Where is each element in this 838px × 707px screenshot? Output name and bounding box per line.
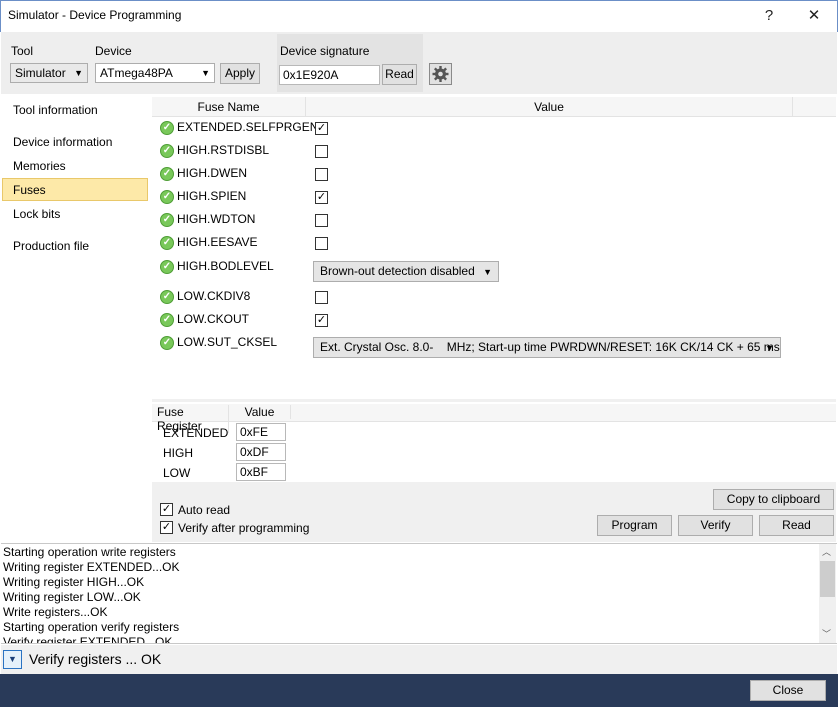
- fuse-name: HIGH.RSTDISBL: [177, 143, 270, 157]
- check-circle-icon: ✓: [160, 260, 174, 274]
- fuse-name: LOW.SUT_CKSEL: [177, 335, 278, 349]
- bodlevel-select-value: Brown-out detection disabled: [320, 264, 475, 278]
- check-circle-icon: ✓: [160, 213, 174, 227]
- register-value-low[interactable]: 0xBF: [236, 463, 286, 481]
- sut-cksel-select[interactable]: Ext. Crystal Osc. 8.0- MHz; Start-up tim…: [313, 337, 781, 358]
- apply-button[interactable]: Apply: [220, 63, 260, 84]
- fuse-name: HIGH.WDTON: [177, 212, 256, 226]
- col-header-register-value: Value: [229, 405, 291, 419]
- chevron-down-icon: ▼: [483, 267, 492, 277]
- log-line: Writing register LOW...OK: [3, 590, 141, 604]
- close-window-button[interactable]: ✕: [800, 4, 828, 28]
- fuse-checkbox-wdton[interactable]: [315, 214, 328, 227]
- fuse-name: LOW.CKDIV8: [177, 289, 251, 303]
- tool-label: Tool: [11, 44, 34, 58]
- register-value-extended[interactable]: 0xFE: [236, 423, 286, 441]
- col-header-value: Value: [306, 97, 793, 117]
- log-line: Writing register HIGH...OK: [3, 575, 145, 589]
- device-select[interactable]: ATmega48PA ▼: [95, 63, 215, 83]
- program-button[interactable]: Program: [597, 515, 672, 536]
- device-signature-field[interactable]: 0x1E920A: [279, 65, 380, 85]
- fuse-name: HIGH.SPIEN: [177, 189, 247, 203]
- fuse-checkbox-ckout[interactable]: ✓: [315, 314, 328, 327]
- sut-cksel-select-value: Ext. Crystal Osc. 8.0- MHz; Start-up tim…: [320, 340, 780, 354]
- col-header-fuse-name: Fuse Name: [152, 97, 306, 117]
- check-circle-icon: ✓: [160, 144, 174, 158]
- scroll-down-icon[interactable]: ﹀: [822, 627, 831, 640]
- log-line: Write registers...OK: [3, 605, 108, 619]
- copy-to-clipboard-button[interactable]: Copy to clipboard: [713, 489, 834, 510]
- verify-button[interactable]: Verify: [678, 515, 753, 536]
- log-line-text: Verify register EXTENDED...OK: [3, 635, 173, 643]
- fuse-checkbox-selfprgen[interactable]: ✓: [315, 122, 328, 135]
- window-title: Simulator - Device Programming: [8, 8, 182, 22]
- auto-read-checkbox[interactable]: ✓: [160, 503, 173, 516]
- fuse-checkbox-eesave[interactable]: [315, 237, 328, 250]
- register-name: EXTENDED: [163, 426, 229, 440]
- device-select-value: ATmega48PA: [100, 66, 173, 80]
- check-circle-icon: ✓: [160, 336, 174, 350]
- check-circle-icon: ✓: [160, 121, 174, 135]
- sidebar-item-fuses[interactable]: Fuses: [13, 183, 46, 197]
- footer-bar: [0, 674, 838, 707]
- chevron-down-icon: ▼: [74, 68, 83, 78]
- device-label: Device: [95, 44, 132, 58]
- device-signature-label: Device signature: [280, 44, 370, 58]
- check-circle-icon: ✓: [160, 236, 174, 250]
- fuse-name: LOW.CKOUT: [177, 312, 250, 326]
- log-scrollbar-thumb[interactable]: [820, 561, 835, 597]
- check-circle-icon: ✓: [160, 313, 174, 327]
- fuse-name: HIGH.BODLEVEL: [177, 259, 274, 273]
- fuse-name: EXTENDED.SELFPRGEN: [177, 120, 319, 134]
- check-circle-icon: ✓: [160, 290, 174, 304]
- chevron-down-icon: ▼: [201, 68, 210, 78]
- log-line: Writing register EXTENDED...OK: [3, 560, 180, 574]
- tool-select[interactable]: Simulator ▼: [10, 63, 88, 83]
- log-line: Verify register EXTENDED...OK: [3, 635, 172, 643]
- fuse-checkbox-spien[interactable]: ✓: [315, 191, 328, 204]
- help-button[interactable]: ?: [755, 4, 783, 28]
- sidebar-item-memories[interactable]: Memories: [13, 159, 66, 173]
- verify-after-programming-label: Verify after programming: [178, 521, 310, 535]
- sidebar-item-device-information[interactable]: Device information: [13, 135, 112, 149]
- settings-button[interactable]: [429, 63, 452, 85]
- fuse-checkbox-dwen[interactable]: [315, 168, 328, 181]
- verify-after-programming-checkbox[interactable]: ✓: [160, 521, 173, 534]
- fuse-name: HIGH.EESAVE: [177, 235, 258, 249]
- sidebar-item-production-file[interactable]: Production file: [13, 239, 89, 253]
- register-name: LOW: [163, 466, 191, 480]
- fuse-checkbox-rstdisbl[interactable]: [315, 145, 328, 158]
- auto-read-label: Auto read: [178, 503, 231, 517]
- chevron-down-icon: ▼: [765, 343, 774, 353]
- read-signature-button[interactable]: Read: [382, 64, 417, 85]
- register-name: HIGH: [163, 446, 193, 460]
- scroll-up-icon[interactable]: ︿: [822, 545, 831, 558]
- col-header-filler: [793, 97, 836, 117]
- register-value-high[interactable]: 0xDF: [236, 443, 286, 461]
- fuse-checkbox-ckdiv8[interactable]: [315, 291, 328, 304]
- fuse-name: HIGH.DWEN: [177, 166, 247, 180]
- bodlevel-select[interactable]: Brown-out detection disabled ▼: [313, 261, 499, 282]
- log-line: Starting operation write registers: [3, 545, 176, 559]
- close-button[interactable]: Close: [750, 680, 826, 701]
- check-circle-icon: ✓: [160, 190, 174, 204]
- gear-icon: [432, 66, 449, 82]
- expand-log-button[interactable]: ▼: [3, 650, 22, 669]
- sidebar-item-tool-information[interactable]: Tool information: [13, 103, 98, 117]
- status-text: Verify registers ... OK: [29, 651, 162, 667]
- check-circle-icon: ✓: [160, 167, 174, 181]
- read-button[interactable]: Read: [759, 515, 834, 536]
- sidebar-item-lock-bits[interactable]: Lock bits: [13, 207, 60, 221]
- tool-select-value: Simulator: [15, 66, 66, 80]
- log-line: Starting operation verify registers: [3, 620, 180, 634]
